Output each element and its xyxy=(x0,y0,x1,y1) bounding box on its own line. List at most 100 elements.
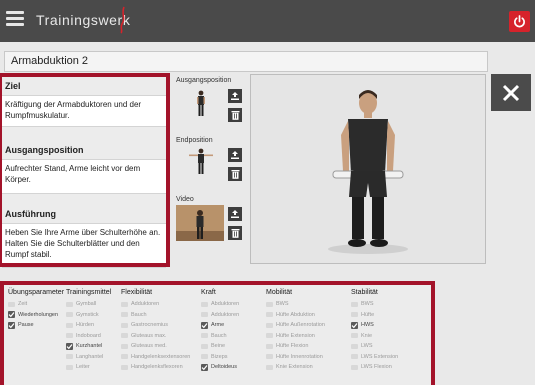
checkbox-checked-icon[interactable] xyxy=(201,363,208,371)
checkbox-icon[interactable] xyxy=(66,312,73,318)
category-option[interactable]: Hüfte Flexion xyxy=(266,341,325,352)
category-option[interactable]: LWS xyxy=(351,341,398,352)
checkbox-icon[interactable] xyxy=(66,322,73,328)
checkbox-icon[interactable] xyxy=(266,364,273,370)
category-option[interactable]: Bauch xyxy=(201,331,239,342)
trash-icon xyxy=(231,111,239,120)
video-thumbnail[interactable] xyxy=(176,205,224,241)
category-option[interactable]: Zeit xyxy=(8,299,64,310)
category-option[interactable]: Deltoideus xyxy=(201,362,239,373)
checkbox-icon[interactable] xyxy=(201,343,208,349)
category-option[interactable]: Gymstick xyxy=(66,310,111,321)
checkbox-icon[interactable] xyxy=(121,322,128,328)
category-option[interactable]: Gymball xyxy=(66,299,111,310)
option-label: Knie xyxy=(361,332,373,339)
category-option[interactable]: BWS xyxy=(266,299,325,310)
category-option[interactable]: Gastrocnemius xyxy=(121,320,190,331)
checkbox-checked-icon[interactable] xyxy=(8,311,15,319)
option-label: Wiederholungen xyxy=(18,311,59,318)
start-position-thumbnail[interactable] xyxy=(186,88,216,118)
category-heading: Übungsparameter xyxy=(8,289,65,296)
checkbox-icon[interactable] xyxy=(121,312,128,318)
checkbox-icon[interactable] xyxy=(8,301,15,307)
checkbox-icon[interactable] xyxy=(351,333,358,339)
upload-start-image-button[interactable] xyxy=(228,89,242,103)
checkbox-icon[interactable] xyxy=(121,354,128,360)
category-option[interactable]: Handgelenksflexoren xyxy=(121,362,190,373)
delete-start-image-button[interactable] xyxy=(228,108,242,122)
ziel-text[interactable]: Kräftigung der Armabduktoren und der Rum… xyxy=(2,96,166,127)
category-option[interactable]: Knie Extension xyxy=(266,362,325,373)
category-option[interactable]: Adduktoren xyxy=(201,310,239,321)
ausfuehrung-text[interactable]: Heben Sie Ihre Arme über Schulterhöhe an… xyxy=(2,224,166,268)
checkbox-icon[interactable] xyxy=(266,343,273,349)
checkbox-icon[interactable] xyxy=(66,301,73,307)
end-position-thumbnail[interactable] xyxy=(186,146,216,176)
checkbox-checked-icon[interactable] xyxy=(8,321,15,329)
upload-video-button[interactable] xyxy=(228,207,242,221)
category-option[interactable]: HWS xyxy=(351,320,398,331)
delete-end-image-button[interactable] xyxy=(228,167,242,181)
checkbox-icon[interactable] xyxy=(201,312,208,318)
checkbox-icon[interactable] xyxy=(121,343,128,349)
category-option[interactable]: Hürden xyxy=(66,320,111,331)
checkbox-icon[interactable] xyxy=(351,354,358,360)
checkbox-icon[interactable] xyxy=(351,301,358,307)
exercise-title-field[interactable]: Armabduktion 2 xyxy=(4,51,488,72)
option-label: Hüfte Abduktion xyxy=(276,311,315,318)
category-column: Kraft Abduktoren Adduktoren Arme Bauch Beine B… xyxy=(201,289,239,373)
category-option[interactable]: LWS Flexion xyxy=(351,362,398,373)
close-button[interactable] xyxy=(491,74,531,111)
category-option[interactable]: LWS Extension xyxy=(351,352,398,363)
category-option[interactable]: Bizeps xyxy=(201,352,239,363)
category-option[interactable]: Langhantel xyxy=(66,352,111,363)
checkbox-icon[interactable] xyxy=(121,301,128,307)
category-option[interactable]: Wiederholungen xyxy=(8,310,64,321)
category-option[interactable]: Indoboard xyxy=(66,331,111,342)
category-option[interactable]: Kurzhantel xyxy=(66,341,111,352)
checkbox-icon[interactable] xyxy=(201,301,208,307)
hamburger-menu-icon[interactable] xyxy=(6,11,24,27)
category-option[interactable]: Hüfte Extension xyxy=(266,331,325,342)
category-option[interactable]: Hüfte xyxy=(351,310,398,321)
checkbox-icon[interactable] xyxy=(66,354,73,360)
option-label: Bizeps xyxy=(211,353,228,360)
category-option[interactable]: Arme xyxy=(201,320,239,331)
category-option[interactable]: BWS xyxy=(351,299,398,310)
logout-button[interactable] xyxy=(509,11,530,32)
checkbox-icon[interactable] xyxy=(266,312,273,318)
checkbox-checked-icon[interactable] xyxy=(201,321,208,329)
category-option[interactable]: Leiter xyxy=(66,362,111,373)
category-option[interactable]: Hüfte Innenrotation xyxy=(266,352,325,363)
checkbox-icon[interactable] xyxy=(266,354,273,360)
checkbox-icon[interactable] xyxy=(351,312,358,318)
checkbox-icon[interactable] xyxy=(266,322,273,328)
checkbox-icon[interactable] xyxy=(66,333,73,339)
category-option[interactable]: Pause xyxy=(8,320,64,331)
checkbox-checked-icon[interactable] xyxy=(351,321,358,329)
delete-video-button[interactable] xyxy=(228,226,242,240)
checkbox-icon[interactable] xyxy=(201,354,208,360)
category-option[interactable]: Abduktoren xyxy=(201,299,239,310)
upload-end-image-button[interactable] xyxy=(228,148,242,162)
ausgangsposition-text[interactable]: Aufrechter Stand, Arme leicht vor dem Kö… xyxy=(2,160,166,194)
checkbox-icon[interactable] xyxy=(201,333,208,339)
checkbox-icon[interactable] xyxy=(121,333,128,339)
category-option[interactable]: Hüfte Abduktion xyxy=(266,310,325,321)
checkbox-icon[interactable] xyxy=(66,364,73,370)
category-option[interactable]: Gluteaus med. xyxy=(121,341,190,352)
category-option[interactable]: Beine xyxy=(201,341,239,352)
category-option[interactable]: Gluteaus max. xyxy=(121,331,190,342)
checkbox-icon[interactable] xyxy=(351,364,358,370)
option-label: Adduktoren xyxy=(131,301,160,308)
category-option[interactable]: Adduktoren xyxy=(121,299,190,310)
checkbox-icon[interactable] xyxy=(266,333,273,339)
checkbox-icon[interactable] xyxy=(266,301,273,307)
category-option[interactable]: Handgelenksextensoren xyxy=(121,352,190,363)
category-option[interactable]: Hüfte Außenrotation xyxy=(266,320,325,331)
category-option[interactable]: Knie xyxy=(351,331,398,342)
checkbox-icon[interactable] xyxy=(121,364,128,370)
checkbox-checked-icon[interactable] xyxy=(66,342,73,350)
category-option[interactable]: Bauch xyxy=(121,310,190,321)
checkbox-icon[interactable] xyxy=(351,343,358,349)
